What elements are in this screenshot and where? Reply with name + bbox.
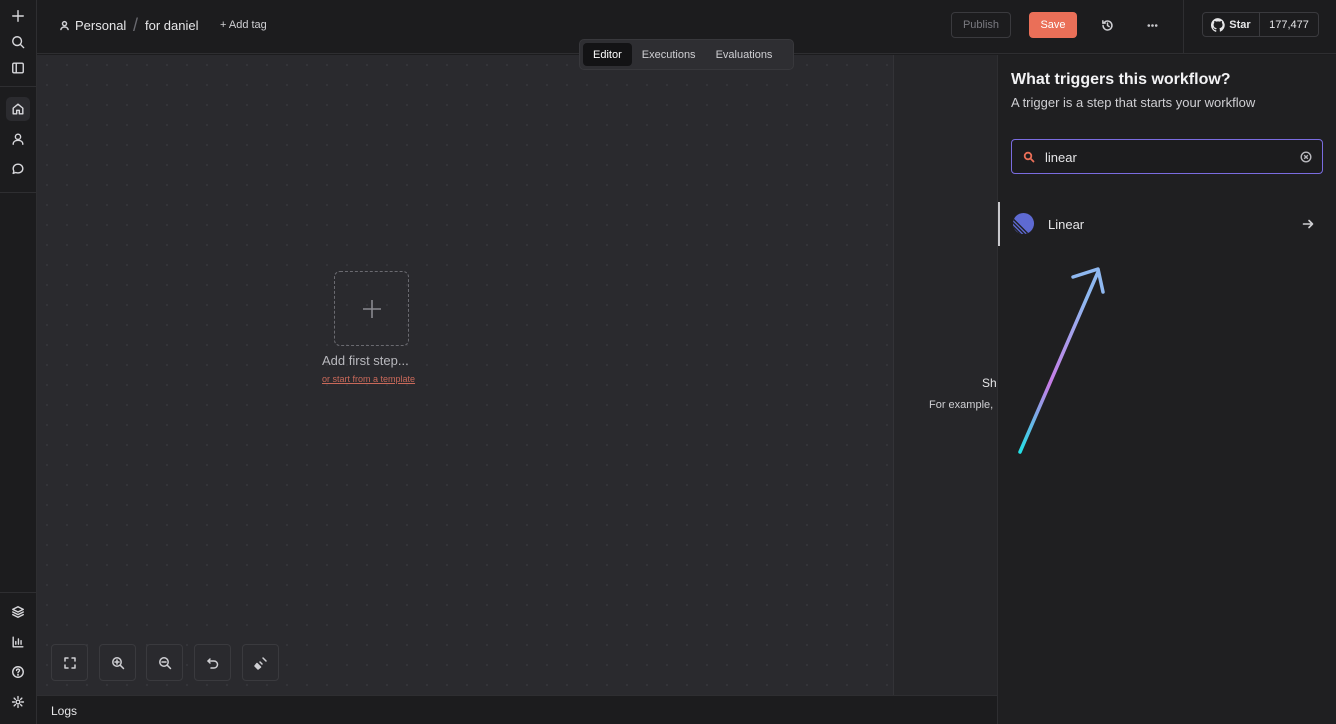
logs-label: Logs — [51, 704, 78, 718]
side-panel-description: For example, — [929, 399, 994, 411]
settings-gear-icon[interactable] — [6, 690, 30, 714]
tidy-up-button[interactable] — [242, 644, 279, 681]
logs-bar[interactable]: Logs — [37, 695, 997, 724]
broom-icon — [253, 656, 267, 670]
plus-icon[interactable] — [6, 4, 30, 28]
workflow-name[interactable]: for daniel — [145, 18, 198, 33]
search-icon — [1023, 151, 1035, 163]
panel-subtitle: A trigger is a step that starts your wor… — [1011, 95, 1256, 110]
user-icon[interactable] — [6, 127, 30, 151]
insights-chart-icon[interactable] — [6, 630, 30, 654]
zoom-in-button[interactable] — [99, 644, 136, 681]
workflow-canvas[interactable]: Editor Executions Evaluations Add first … — [37, 39, 997, 695]
project-name: Personal — [75, 18, 127, 33]
sidebar-divider — [0, 592, 37, 593]
workflow-name-text: for daniel — [145, 18, 199, 33]
plus-icon — [362, 299, 381, 318]
undo-button[interactable] — [194, 644, 231, 681]
clear-search-icon[interactable] — [1300, 151, 1312, 163]
zoom-in-icon — [111, 656, 124, 669]
left-sidebar — [0, 0, 37, 724]
save-button[interactable]: Save — [1029, 12, 1077, 38]
zoom-out-button[interactable] — [146, 644, 183, 681]
more-options-icon[interactable] — [1143, 16, 1161, 34]
breadcrumb-separator: / — [133, 15, 139, 35]
panel-title: What triggers this workflow? — [1011, 71, 1231, 88]
sidebar-toggle-icon[interactable] — [6, 56, 30, 80]
sidebar-divider — [0, 192, 37, 193]
fit-view-button[interactable] — [51, 644, 88, 681]
templates-icon[interactable] — [6, 600, 30, 624]
canvas-side-panel: Sh For example, — [893, 55, 997, 695]
trigger-search-box — [1011, 139, 1323, 174]
arrow-right-icon — [1301, 217, 1315, 231]
start-from-template-link[interactable]: or start from a template — [322, 374, 415, 384]
add-tag-button[interactable]: + Add tag — [220, 19, 267, 31]
linear-logo-icon — [1012, 212, 1035, 235]
result-label: Linear — [1048, 217, 1085, 232]
search-icon[interactable] — [6, 30, 30, 54]
side-panel-title: Sh — [982, 376, 997, 390]
add-first-step-label: Add first step... — [322, 353, 409, 368]
trigger-search-input[interactable] — [1045, 148, 1295, 166]
github-star-button[interactable]: Star 177,477 — [1202, 12, 1319, 37]
chat-icon[interactable] — [6, 157, 30, 181]
github-icon — [1211, 17, 1226, 32]
history-icon[interactable] — [1098, 16, 1116, 34]
fullscreen-icon — [63, 656, 76, 669]
trigger-result-item[interactable]: Linear — [998, 202, 1336, 246]
github-star-count: 177,477 — [1269, 18, 1309, 31]
view-tabs: Editor Executions Evaluations — [579, 39, 794, 70]
tab-executions[interactable]: Executions — [632, 43, 706, 66]
publish-button[interactable]: Publish — [951, 12, 1011, 38]
tab-evaluations[interactable]: Evaluations — [706, 43, 783, 66]
header-divider — [1183, 0, 1184, 54]
home-icon[interactable] — [6, 97, 30, 121]
help-icon[interactable] — [6, 660, 30, 684]
tab-editor[interactable]: Editor — [583, 43, 632, 66]
user-icon — [60, 20, 69, 31]
undo-icon — [206, 657, 218, 669]
github-star-label: Star — [1229, 18, 1251, 31]
breadcrumb-project[interactable]: Personal — [59, 18, 126, 33]
sidebar-divider — [0, 86, 37, 87]
zoom-out-icon — [158, 656, 171, 669]
trigger-panel: What triggers this workflow? A trigger i… — [997, 55, 1336, 724]
add-first-step-button[interactable] — [334, 271, 409, 346]
